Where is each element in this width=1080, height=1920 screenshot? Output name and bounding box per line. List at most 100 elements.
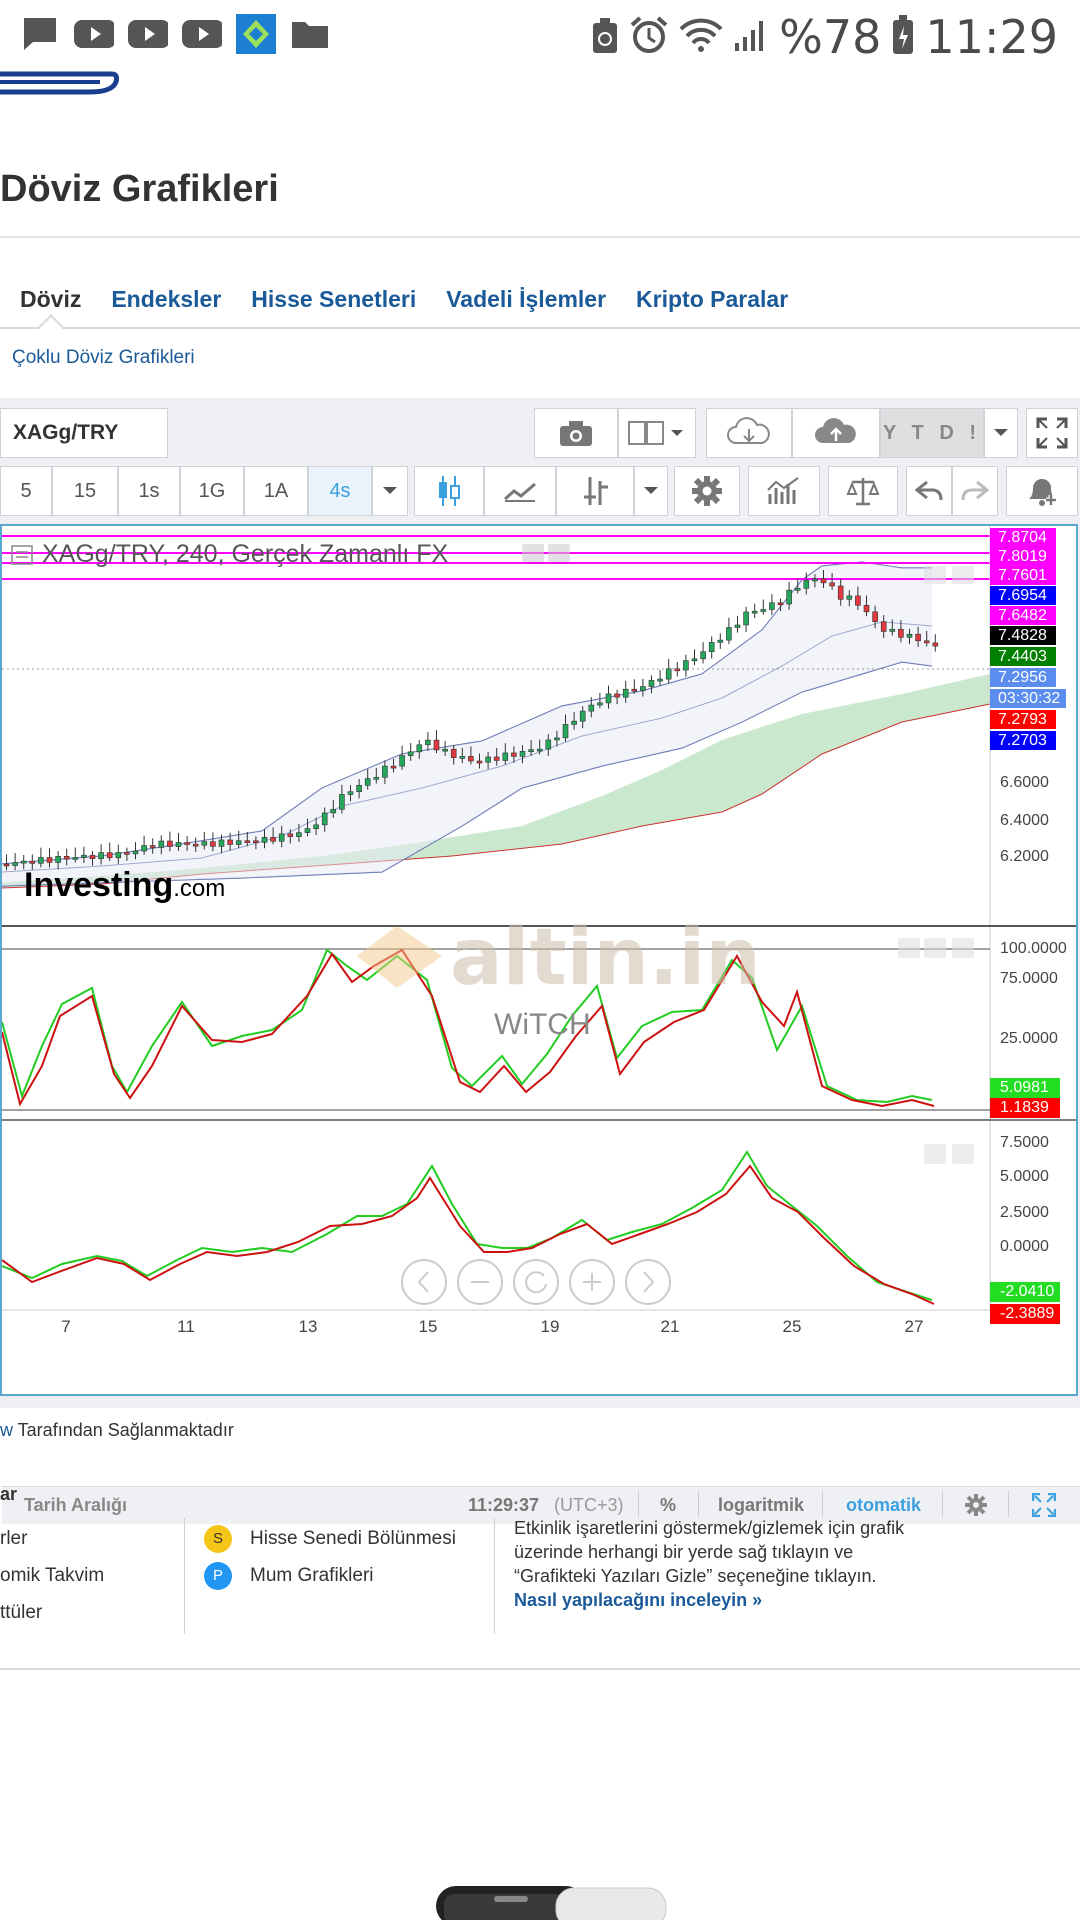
pane-button[interactable] bbox=[952, 938, 974, 958]
interval-4s[interactable]: 4s bbox=[308, 466, 372, 516]
interval-1a[interactable]: 1A bbox=[244, 466, 308, 516]
scroll-right-button[interactable] bbox=[625, 1259, 671, 1305]
candle bbox=[132, 850, 139, 855]
candle bbox=[304, 828, 311, 833]
tab-endeksler[interactable]: Endeksler bbox=[111, 286, 221, 313]
event-item[interactable]: omik Takvim bbox=[0, 1557, 104, 1594]
candle bbox=[691, 658, 698, 662]
save-chart-button[interactable] bbox=[792, 408, 880, 458]
price-label: 7.8019 bbox=[990, 547, 1056, 566]
help-text: Etkinlik işaretlerini göstermek/gizlemek… bbox=[514, 1518, 905, 1586]
candle bbox=[932, 642, 939, 647]
interval-dropdown[interactable] bbox=[372, 466, 408, 516]
chart-area[interactable]: 7 11 13 15 19 21 25 27 XAGg/TRY, 240, Gerçek Za… bbox=[0, 524, 1080, 1524]
candle bbox=[287, 833, 294, 837]
pane-button[interactable] bbox=[924, 1144, 946, 1164]
interval-5[interactable]: 5 bbox=[0, 466, 52, 516]
interval-1g[interactable]: 1G bbox=[180, 466, 244, 516]
event-markers-legend: S Hisse Senedi Bölünmesi P Mum Grafikler… bbox=[204, 1520, 456, 1594]
divider bbox=[698, 1491, 699, 1517]
event-item[interactable]: ttüler bbox=[0, 1594, 104, 1631]
auto-toggle[interactable]: otomatik bbox=[846, 1495, 921, 1516]
multi-currency-charts-link[interactable]: Çoklu Döviz Grafikleri bbox=[12, 347, 195, 369]
candles-button[interactable] bbox=[414, 466, 484, 516]
candle bbox=[158, 840, 165, 848]
tab-doviz[interactable]: Döviz bbox=[20, 286, 81, 313]
pane-button[interactable] bbox=[924, 938, 946, 958]
status-bar: %78 11:29 bbox=[0, 0, 1080, 72]
split-marker-icon: S bbox=[204, 1524, 232, 1553]
tabs-divider bbox=[0, 327, 1080, 329]
tab-hisse-senetleri[interactable]: Hisse Senetleri bbox=[251, 286, 416, 313]
tab-vadeli-islemler[interactable]: Vadeli İşlemler bbox=[446, 286, 606, 313]
drawing-tools-button[interactable] bbox=[556, 466, 634, 516]
interval-15[interactable]: 15 bbox=[52, 466, 118, 516]
candle bbox=[708, 642, 715, 653]
interval-1s[interactable]: 1s bbox=[118, 466, 180, 516]
events-list: rler omik Takvim ttüler bbox=[0, 1520, 104, 1631]
candle bbox=[261, 837, 268, 843]
redo-button[interactable] bbox=[952, 466, 998, 516]
candle bbox=[597, 702, 603, 706]
pane-button[interactable] bbox=[522, 544, 544, 562]
load-chart-button[interactable] bbox=[706, 408, 792, 458]
drawing-dropdown[interactable] bbox=[634, 466, 668, 516]
candle bbox=[3, 863, 10, 867]
legend-icon bbox=[16, 551, 28, 558]
candle bbox=[519, 751, 526, 757]
youtube-icon bbox=[182, 14, 222, 54]
range-ytd-button[interactable]: Y T D ! bbox=[880, 408, 984, 458]
reset-button[interactable] bbox=[513, 1259, 559, 1305]
alert-button[interactable] bbox=[1006, 466, 1078, 516]
candle bbox=[588, 704, 595, 712]
indicator-value-label: -2.0410 bbox=[990, 1282, 1060, 1302]
candle bbox=[442, 748, 448, 752]
log-toggle[interactable]: logaritmik bbox=[718, 1495, 804, 1516]
help-link[interactable]: Nasıl yapılacağını inceleyin » bbox=[514, 1588, 934, 1612]
indicators-button[interactable] bbox=[748, 466, 820, 516]
percent-toggle[interactable]: % bbox=[660, 1495, 676, 1516]
settings-button[interactable] bbox=[674, 466, 740, 516]
candle bbox=[511, 752, 517, 757]
range-dropdown[interactable] bbox=[984, 408, 1018, 458]
events-help: Etkinlik işaretlerini göstermek/gizlemek… bbox=[514, 1516, 934, 1612]
layout-button[interactable] bbox=[618, 408, 696, 458]
candle bbox=[55, 855, 61, 863]
date-range-button[interactable]: Tarih Aralığı bbox=[24, 1495, 127, 1516]
divider bbox=[494, 1518, 495, 1634]
undo-icon bbox=[915, 480, 943, 501]
pane-button[interactable] bbox=[898, 938, 920, 958]
undo-button[interactable] bbox=[906, 466, 952, 516]
candle bbox=[124, 852, 130, 855]
marker-row: P Mum Grafikleri bbox=[204, 1557, 456, 1594]
candle bbox=[700, 651, 706, 660]
candle bbox=[476, 760, 483, 764]
fullscreen-button[interactable] bbox=[1026, 408, 1078, 458]
candle bbox=[244, 840, 251, 844]
symbol-input[interactable]: XAGg/TRY bbox=[0, 408, 168, 458]
compare-button[interactable] bbox=[828, 466, 898, 516]
candle bbox=[674, 668, 681, 672]
cloud-upload-icon bbox=[815, 418, 856, 443]
footer-timezone[interactable]: (UTC+3) bbox=[554, 1495, 624, 1516]
tab-kripto-paralar[interactable]: Kripto Paralar bbox=[636, 286, 788, 313]
footer-settings-button[interactable] bbox=[964, 1493, 988, 1522]
site-logo[interactable] bbox=[0, 66, 124, 96]
candle bbox=[347, 791, 354, 795]
price-chart-svg[interactable]: 7 11 13 15 19 21 25 27 XAGg/TRY, 240, Gerçek Za… bbox=[2, 526, 1076, 1356]
gear-icon bbox=[692, 476, 722, 506]
x-tick-label: 25 bbox=[783, 1317, 802, 1336]
pane-button[interactable] bbox=[924, 566, 946, 584]
x-tick-label: 21 bbox=[661, 1317, 680, 1336]
page-title: Döviz Grafikleri bbox=[0, 168, 279, 210]
footer-fullscreen-button[interactable] bbox=[1031, 1492, 1057, 1522]
pane-button[interactable] bbox=[952, 1144, 974, 1164]
snapshot-button[interactable] bbox=[534, 408, 618, 458]
line-chart-button[interactable] bbox=[484, 466, 556, 516]
candle bbox=[743, 611, 749, 626]
event-item[interactable]: rler bbox=[0, 1520, 104, 1557]
scroll-left-button[interactable] bbox=[401, 1259, 447, 1305]
pane-button[interactable] bbox=[548, 544, 570, 562]
provider-link[interactable]: w bbox=[0, 1420, 13, 1440]
pane-button[interactable] bbox=[952, 566, 974, 584]
